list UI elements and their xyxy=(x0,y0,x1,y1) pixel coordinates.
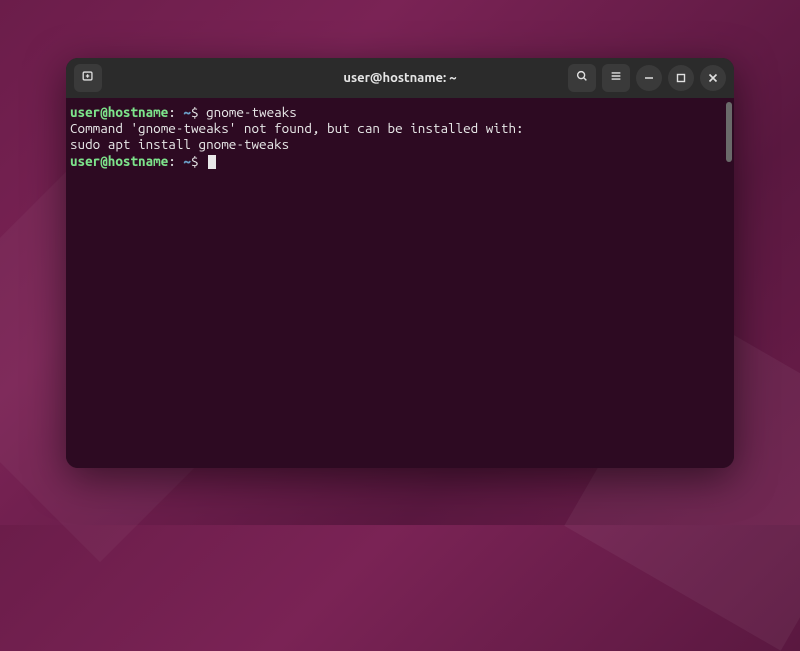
prompt-path: ~ xyxy=(176,153,191,169)
titlebar-left xyxy=(74,64,102,92)
prompt-colon: : xyxy=(168,153,176,169)
window-title: user@hostname: ~ xyxy=(343,71,456,85)
terminal-line-2: Command 'gnome-tweaks' not found, but ca… xyxy=(70,120,730,136)
search-button[interactable] xyxy=(568,64,596,92)
maximize-button[interactable] xyxy=(668,65,694,91)
menu-button[interactable] xyxy=(602,64,630,92)
prompt-dollar: $ xyxy=(191,104,206,120)
terminal-window: user@hostname: ~ xyxy=(66,58,734,468)
search-icon xyxy=(575,69,589,87)
close-button[interactable] xyxy=(700,65,726,91)
prompt-colon: : xyxy=(168,104,176,120)
prompt-dollar: $ xyxy=(191,153,206,169)
minimize-icon xyxy=(644,69,654,87)
minimize-button[interactable] xyxy=(636,65,662,91)
terminal-line-1: user@hostname: ~$ gnome-tweaks xyxy=(70,104,730,120)
titlebar[interactable]: user@hostname: ~ xyxy=(66,58,734,98)
prompt-user: user@hostname xyxy=(70,104,168,120)
scrollbar[interactable] xyxy=(726,102,732,162)
new-tab-icon xyxy=(81,69,95,87)
prompt-path: ~ xyxy=(176,104,191,120)
prompt-user: user@hostname xyxy=(70,153,168,169)
titlebar-right xyxy=(568,64,726,92)
cursor xyxy=(208,155,216,169)
terminal-line-4: user@hostname: ~$ xyxy=(70,153,730,169)
terminal-line-3: sudo apt install gnome-tweaks xyxy=(70,136,730,152)
command-text: gnome-tweaks xyxy=(206,104,297,120)
hamburger-icon xyxy=(609,69,623,87)
new-tab-button[interactable] xyxy=(74,64,102,92)
close-icon xyxy=(708,69,718,87)
terminal-body[interactable]: user@hostname: ~$ gnome-tweaks Command '… xyxy=(66,98,734,468)
maximize-icon xyxy=(676,69,686,87)
